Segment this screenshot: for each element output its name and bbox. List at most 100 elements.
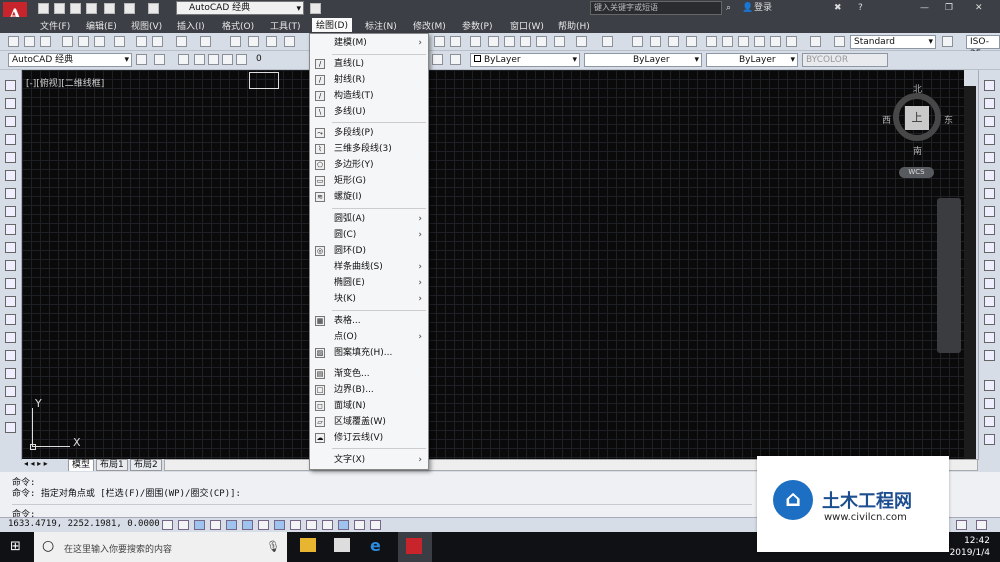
lineweight-select[interactable]: ByLayer ▾: [706, 53, 798, 67]
menu-item-ray[interactable]: / 射线(R): [310, 72, 428, 88]
zoom-icon[interactable]: [248, 36, 259, 47]
plot-icon[interactable]: [62, 36, 73, 47]
help-search-input[interactable]: 键入关键字或短语: [590, 1, 722, 15]
offset-icon[interactable]: [984, 134, 995, 145]
menu-item-donut[interactable]: ◎ 圆环(D): [310, 243, 428, 259]
minimize-button[interactable]: —: [920, 0, 929, 17]
undo-icon[interactable]: [176, 36, 187, 47]
line-tool-icon[interactable]: [5, 80, 16, 91]
zoom-previous-icon[interactable]: [686, 36, 697, 47]
menu-item-boundary[interactable]: □ 边界(B)...: [310, 382, 428, 398]
close-button[interactable]: ✕: [975, 0, 983, 17]
help-icon[interactable]: [810, 36, 821, 47]
layer-properties-icon[interactable]: [178, 54, 189, 65]
extend-icon[interactable]: [984, 260, 995, 271]
layer-color-icon[interactable]: [236, 54, 247, 65]
spline-tool-icon[interactable]: [5, 224, 16, 235]
make-current-icon[interactable]: [432, 54, 443, 65]
viewcube-top-face[interactable]: 上: [905, 106, 929, 130]
menu-item-text[interactable]: 文字(X) ›: [310, 452, 428, 468]
quick-properties-icon[interactable]: [354, 520, 365, 530]
compass-east[interactable]: 东: [944, 113, 953, 126]
cut-icon[interactable]: [136, 36, 147, 47]
tab-nav-arrows[interactable]: ◂ ◂ ▸ ▸: [24, 459, 48, 468]
insert-block-icon[interactable]: [5, 278, 16, 289]
point-tool-icon[interactable]: [5, 314, 16, 325]
stretch-icon[interactable]: [984, 224, 995, 235]
menu-help[interactable]: 帮助(H): [558, 19, 590, 32]
print-icon[interactable]: [434, 36, 445, 47]
lineweight-toggle-icon[interactable]: [322, 520, 333, 530]
workspace-save-icon[interactable]: [154, 54, 165, 65]
draw-order-front-icon[interactable]: [984, 434, 995, 445]
3d-osnap-icon[interactable]: [258, 520, 269, 530]
grid-icon[interactable]: [194, 520, 205, 530]
3d-dwf-icon-2[interactable]: [470, 36, 481, 47]
pan-icon[interactable]: [230, 36, 241, 47]
polyline-tool-icon[interactable]: [5, 116, 16, 127]
zoom-window-icon[interactable]: [266, 36, 277, 47]
sun-icon[interactable]: [208, 54, 219, 65]
scale-icon[interactable]: [984, 206, 995, 217]
compass-north[interactable]: 北: [913, 82, 922, 95]
color-select[interactable]: ByLayer ▾: [470, 53, 580, 67]
construction-line-icon[interactable]: [5, 98, 16, 109]
infer-constraints-icon[interactable]: [162, 520, 173, 530]
user-icon[interactable]: 👤: [742, 0, 753, 17]
polar-icon[interactable]: [226, 520, 237, 530]
viewport-label[interactable]: [-][俯视][二维线框]: [26, 76, 104, 89]
circle-tool-icon[interactable]: [5, 188, 16, 199]
lock-icon[interactable]: [222, 54, 233, 65]
media-app-icon[interactable]: [334, 538, 350, 552]
menu-item-gradient[interactable]: ▤ 渐变色...: [310, 366, 428, 382]
snap-icon[interactable]: [178, 520, 189, 530]
bulb-icon[interactable]: [194, 54, 205, 65]
move-icon[interactable]: [984, 170, 995, 181]
new-file-icon[interactable]: [38, 3, 49, 14]
menu-item-modeling[interactable]: 建模(M) ›: [310, 35, 428, 51]
save-as-icon[interactable]: [86, 3, 97, 14]
vertical-scrollbar[interactable]: [964, 86, 976, 460]
cut-icon-2[interactable]: [488, 36, 499, 47]
properties-icon-2[interactable]: [706, 36, 717, 47]
break-icon[interactable]: [984, 296, 995, 307]
ellipse-tool-icon[interactable]: [5, 242, 16, 253]
dim-style-select[interactable]: ISO-25: [966, 35, 1000, 59]
break-at-point-icon[interactable]: [984, 278, 995, 289]
dyn-icon[interactable]: [306, 520, 317, 530]
preview-icon-2[interactable]: [450, 36, 461, 47]
draw-order-icon[interactable]: [984, 398, 995, 409]
add-selected-icon[interactable]: [5, 422, 16, 433]
tab-layout2[interactable]: 布局2: [130, 459, 162, 471]
zoom-window-icon-2[interactable]: [668, 36, 679, 47]
ellipse-arc-tool-icon[interactable]: [5, 260, 16, 271]
menu-parametric[interactable]: 参数(P): [462, 19, 492, 32]
open-file-icon[interactable]: [54, 3, 65, 14]
print-icon[interactable]: [104, 3, 115, 14]
properties-icon[interactable]: [284, 36, 295, 47]
3d-dwf-icon[interactable]: [114, 36, 125, 47]
copy-object-icon[interactable]: [984, 98, 995, 109]
compass-west[interactable]: 西: [882, 113, 891, 126]
taskbar-search-input[interactable]: ○ 在这里输入你要搜索的内容 🎙: [34, 532, 287, 562]
customization-icon[interactable]: [976, 520, 987, 530]
explode-icon[interactable]: [984, 380, 995, 391]
notification-bulb-icon[interactable]: [956, 520, 967, 530]
match-icon[interactable]: [536, 36, 547, 47]
menu-item-table[interactable]: ▦ 表格...: [310, 313, 428, 329]
redo-icon-2[interactable]: [602, 36, 613, 47]
coordinate-readout[interactable]: 1633.4719, 2252.1981, 0.0000: [8, 519, 160, 529]
workspace-select[interactable]: AutoCAD 经典 ▾: [176, 1, 304, 15]
linetype-select[interactable]: ByLayer ▾: [584, 53, 702, 67]
microphone-icon[interactable]: 🎙: [266, 540, 280, 553]
menu-modify[interactable]: 修改(M): [413, 19, 446, 32]
array-icon[interactable]: [984, 152, 995, 163]
osnap-icon[interactable]: [242, 520, 253, 530]
redo-icon[interactable]: [200, 36, 211, 47]
menu-insert[interactable]: 插入(I): [177, 19, 205, 32]
edge-browser-icon[interactable]: e: [370, 536, 381, 555]
workspace-settings-icon[interactable]: [136, 54, 147, 65]
text-style-icon[interactable]: [834, 36, 845, 47]
block-editor-icon[interactable]: [554, 36, 565, 47]
tab-layout1[interactable]: 布局1: [96, 459, 128, 471]
